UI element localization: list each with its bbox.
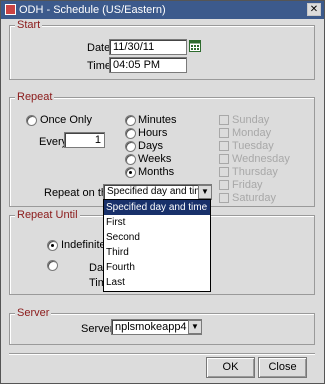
monday-label: Monday: [232, 127, 272, 139]
time-label: Time: [87, 60, 112, 72]
sunday-checkbox[interactable]: [219, 115, 229, 125]
wednesday-label: Wednesday: [232, 153, 290, 165]
end-date-label: Da: [89, 262, 104, 274]
minutes-label: Minutes: [138, 114, 177, 126]
dropdown-option[interactable]: First: [104, 215, 210, 230]
tuesday-checkbox[interactable]: [219, 141, 229, 151]
close-button[interactable]: Close: [258, 357, 307, 378]
friday-checkbox[interactable]: [219, 180, 229, 190]
monday-checkbox[interactable]: [219, 128, 229, 138]
server-chevron-down-icon[interactable]: ▼: [188, 320, 202, 334]
start-group-title: Start: [15, 19, 43, 31]
chevron-down-icon[interactable]: ▼: [198, 185, 212, 199]
weeks-label: Weeks: [138, 153, 172, 165]
wednesday-checkbox[interactable]: [219, 154, 229, 164]
title-bar: ODH - Schedule (US/Eastern) ✕: [1, 1, 324, 19]
repeat-until-group-title: Repeat Until: [15, 209, 80, 221]
schedule-dialog: ODH - Schedule (US/Eastern) ✕ Start Date…: [0, 0, 325, 384]
ok-button[interactable]: OK: [206, 357, 255, 378]
thursday-label: Thursday: [232, 166, 278, 178]
saturday-label: Saturday: [232, 192, 277, 204]
saturday-checkbox[interactable]: [219, 193, 229, 203]
weeks-radio[interactable]: [125, 154, 136, 165]
minutes-radio[interactable]: [125, 115, 136, 126]
sunday-label: Sunday: [232, 114, 270, 126]
once-only-label: Once Only: [40, 114, 92, 126]
date-field[interactable]: 11/30/11: [109, 39, 187, 55]
date-label: Date: [87, 42, 111, 54]
close-icon[interactable]: ✕: [307, 3, 321, 16]
dropdown-option[interactable]: Fourth: [104, 260, 210, 275]
every-field[interactable]: 1: [64, 132, 105, 148]
indefinite-radio[interactable]: [47, 240, 58, 251]
calendar-icon[interactable]: [189, 40, 201, 52]
indefinite-label: Indefinite: [61, 239, 106, 251]
once-only-radio[interactable]: [26, 115, 37, 126]
months-radio[interactable]: [125, 167, 136, 178]
hours-radio[interactable]: [125, 128, 136, 139]
end-date-radio[interactable]: [47, 260, 58, 271]
thursday-checkbox[interactable]: [219, 167, 229, 177]
dropdown-option[interactable]: Third: [104, 245, 210, 260]
repeat-group-title: Repeat: [15, 91, 55, 103]
dropdown-option[interactable]: Second: [104, 230, 210, 245]
window-title: ODH - Schedule (US/Eastern): [19, 4, 166, 16]
every-label: Every: [39, 136, 68, 148]
days-radio[interactable]: [125, 141, 136, 152]
friday-label: Friday: [232, 179, 263, 191]
hours-label: Hours: [138, 127, 168, 139]
repeat-on-dropdown-list: Specified day and time First Second Thir…: [103, 199, 211, 292]
server-group-title: Server: [15, 307, 52, 319]
server-label: Server: [81, 323, 114, 335]
days-label: Days: [138, 140, 164, 152]
months-label: Months: [138, 166, 175, 178]
time-field[interactable]: 04:05 PM: [109, 57, 187, 73]
repeat-on-select[interactable]: Specified day and time: [103, 184, 212, 200]
dropdown-option[interactable]: Last: [104, 275, 210, 290]
tuesday-label: Tuesday: [232, 140, 274, 152]
divider: [9, 353, 315, 355]
dropdown-option[interactable]: Specified day and time: [104, 200, 210, 215]
app-icon: [5, 4, 16, 15]
